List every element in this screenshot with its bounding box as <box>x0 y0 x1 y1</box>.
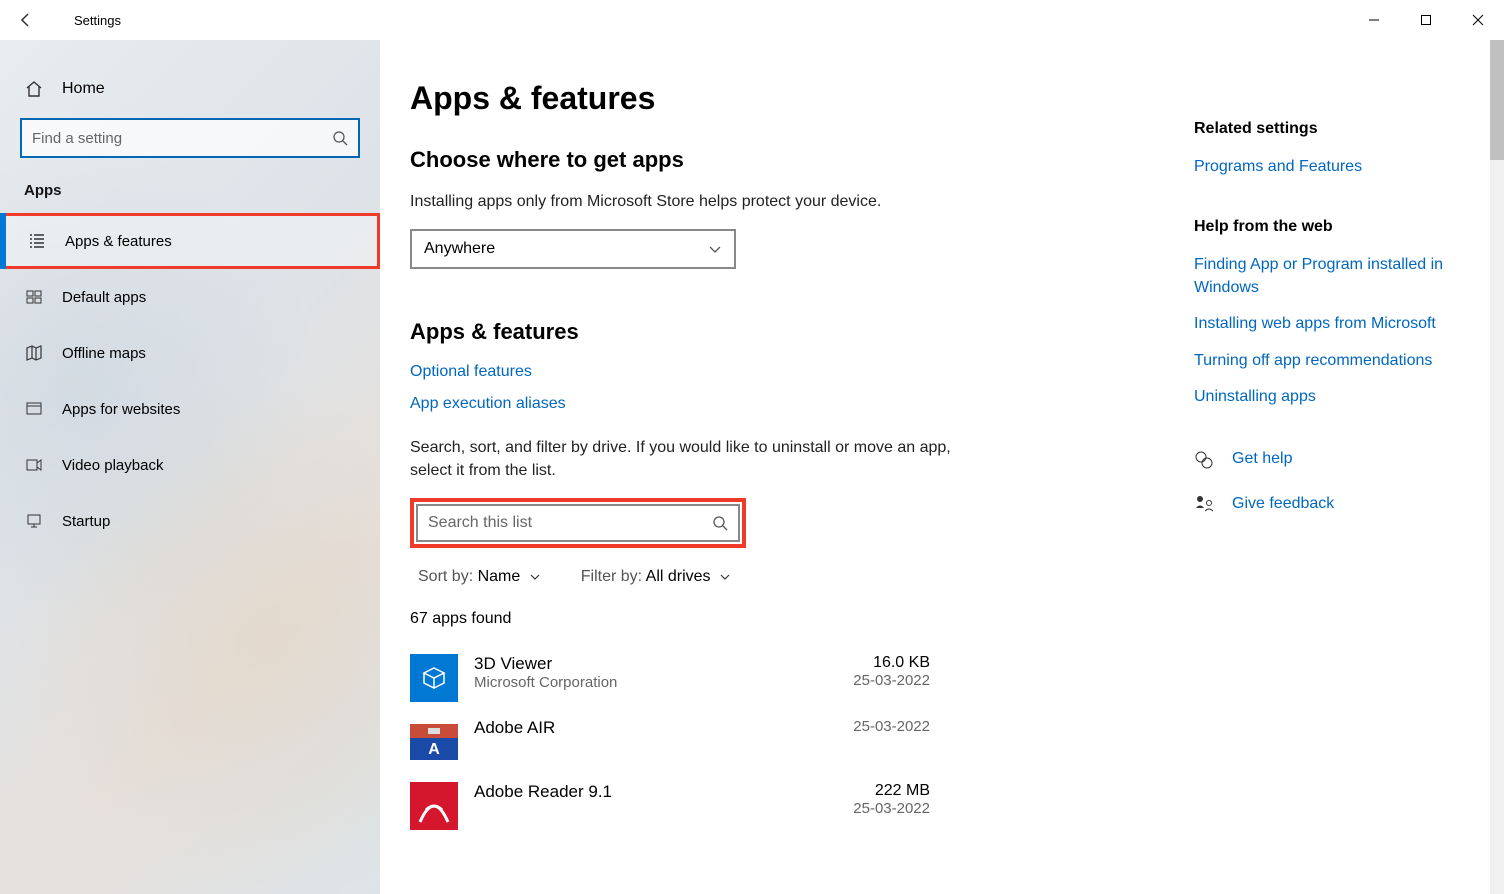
nav-label: Startup <box>62 513 110 530</box>
search-list-input[interactable] <box>428 514 712 532</box>
feedback-icon <box>1194 494 1214 514</box>
app-date: 25-03-2022 <box>853 718 930 735</box>
maximize-button[interactable] <box>1400 0 1452 40</box>
minimize-button[interactable] <box>1348 0 1400 40</box>
map-icon <box>24 344 44 362</box>
apps-count: 67 apps found <box>410 610 1164 628</box>
related-heading: Related settings <box>1194 120 1484 138</box>
app-name: 3D Viewer <box>474 654 853 674</box>
search-desc: Search, sort, and filter by drive. If yo… <box>410 437 970 482</box>
home-label: Home <box>62 80 105 98</box>
settings-search-input[interactable] <box>32 130 332 147</box>
right-rail: Related settings Programs and Features H… <box>1194 40 1504 894</box>
optional-features-link[interactable]: Optional features <box>410 363 1164 381</box>
chevron-down-icon <box>719 571 731 583</box>
app-source-select[interactable]: Anywhere <box>410 229 736 269</box>
app-icon <box>410 654 458 702</box>
scrollbar-thumb[interactable] <box>1490 40 1504 160</box>
nav-startup[interactable]: Startup <box>0 493 380 549</box>
nav-label: Offline maps <box>62 345 146 362</box>
settings-search[interactable] <box>20 118 360 158</box>
svg-text:A: A <box>428 741 440 758</box>
chevron-down-icon <box>529 571 541 583</box>
app-row[interactable]: A Adobe AIR 25-03-2022 <box>410 710 930 774</box>
help-link[interactable]: Installing web apps from Microsoft <box>1194 313 1484 335</box>
app-icon: A <box>410 718 458 766</box>
app-size: 16.0 KB <box>853 654 930 672</box>
nav-label: Default apps <box>62 289 146 306</box>
video-icon <box>24 456 44 474</box>
nav-apps-features[interactable]: Apps & features <box>0 213 380 269</box>
combo-value: Anywhere <box>424 240 495 258</box>
section-label: Apps <box>0 182 380 213</box>
app-name: Adobe Reader 9.1 <box>474 782 853 802</box>
choose-heading: Choose where to get apps <box>410 147 1164 173</box>
help-heading: Help from the web <box>1194 218 1484 236</box>
sort-label: Sort by: <box>418 568 473 585</box>
home-nav[interactable]: Home <box>0 70 380 118</box>
app-icon <box>410 782 458 830</box>
close-button[interactable] <box>1452 0 1504 40</box>
nav-label: Apps & features <box>65 233 172 250</box>
programs-features-link[interactable]: Programs and Features <box>1194 156 1484 178</box>
app-name: Adobe AIR <box>474 718 853 738</box>
search-icon <box>712 515 728 531</box>
scrollbar[interactable] <box>1490 40 1504 894</box>
apps-subheading: Apps & features <box>410 319 1164 345</box>
app-date: 25-03-2022 <box>853 800 930 817</box>
app-size: 222 MB <box>853 782 930 800</box>
search-list-box[interactable] <box>416 504 740 542</box>
website-icon <box>24 400 44 418</box>
app-date: 25-03-2022 <box>853 672 930 689</box>
back-button[interactable] <box>6 0 46 40</box>
sidebar: Home Apps Apps & features <box>0 40 380 894</box>
search-icon <box>332 130 348 146</box>
help-link[interactable]: Uninstalling apps <box>1194 386 1484 408</box>
app-row[interactable]: Adobe Reader 9.1 222 MB 25-03-2022 <box>410 774 930 838</box>
help-link[interactable]: Turning off app recommendations <box>1194 350 1484 372</box>
nav-label: Video playback <box>62 457 163 474</box>
sort-value: Name <box>478 568 521 585</box>
titlebar: Settings <box>0 0 1504 40</box>
nav-apps-websites[interactable]: Apps for websites <box>0 381 380 437</box>
page-title: Apps & features <box>410 80 1164 117</box>
window-title: Settings <box>74 13 121 28</box>
app-aliases-link[interactable]: App execution aliases <box>410 395 1164 413</box>
choose-desc: Installing apps only from Microsoft Stor… <box>410 191 970 213</box>
sort-control[interactable]: Sort by: Name <box>418 568 541 586</box>
get-help-link[interactable]: Get help <box>1232 448 1292 470</box>
nav-offline-maps[interactable]: Offline maps <box>0 325 380 381</box>
chevron-down-icon <box>708 242 722 256</box>
filter-control[interactable]: Filter by: All drives <box>581 568 731 586</box>
nav-default-apps[interactable]: Default apps <box>0 269 380 325</box>
app-row[interactable]: 3D Viewer Microsoft Corporation 16.0 KB … <box>410 646 930 710</box>
defaults-icon <box>24 288 44 306</box>
filter-value: All drives <box>646 568 711 585</box>
search-list-highlight <box>410 498 746 548</box>
help-icon <box>1194 450 1214 470</box>
startup-icon <box>24 512 44 530</box>
nav-video-playback[interactable]: Video playback <box>0 437 380 493</box>
filter-label: Filter by: <box>581 568 642 585</box>
help-link[interactable]: Finding App or Program installed in Wind… <box>1194 254 1484 299</box>
app-publisher: Microsoft Corporation <box>474 674 853 691</box>
give-feedback-link[interactable]: Give feedback <box>1232 493 1334 515</box>
nav-label: Apps for websites <box>62 401 180 418</box>
main-content: Apps & features Choose where to get apps… <box>380 40 1194 894</box>
list-icon <box>27 232 47 250</box>
home-icon <box>24 80 44 98</box>
